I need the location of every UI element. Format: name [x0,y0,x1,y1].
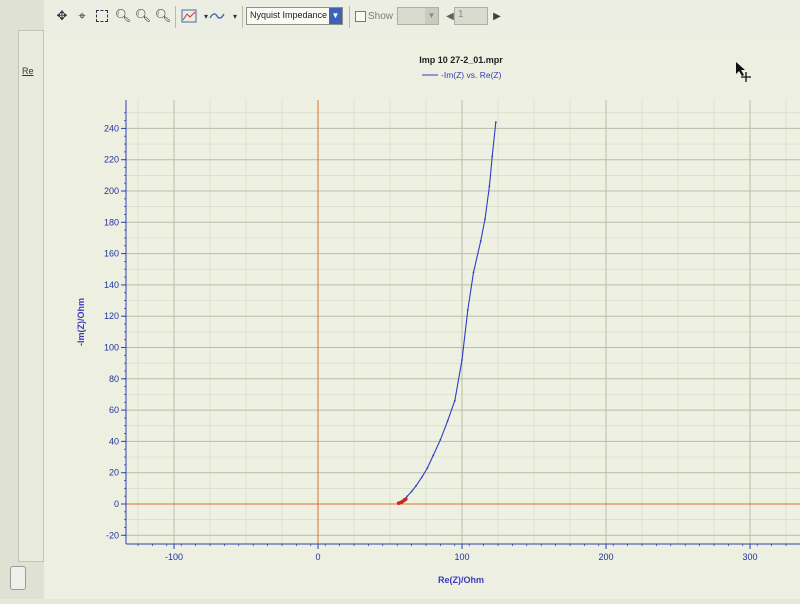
plot-area[interactable]: -20 0 20 40 60 80 100 120 140 160 180 200 220 240 -100… [44,34,800,599]
show-label: Show : [368,11,399,22]
data-point [491,155,494,158]
data-point [453,399,456,402]
chart-title: Imp 10 27-2_01.mpr [419,55,503,65]
x-tick-label: 200 [598,552,613,562]
data-point [415,485,417,487]
y-tick-label: 140 [104,280,119,290]
data-point [446,420,449,422]
y-tick-label: 60 [109,405,119,415]
plot-frame [126,100,800,544]
toolbar-separator [349,6,350,28]
x-tick-label: 100 [454,552,469,562]
next-cycle-icon[interactable]: ▶ [487,6,507,26]
side-tab-label[interactable]: Re [22,66,34,76]
data-point [472,271,475,274]
data-point [466,309,469,311]
panel-handle[interactable] [10,566,26,590]
y-tick-label: 20 [109,468,119,478]
data-point [494,121,497,124]
graph-type-select[interactable]: Nyquist Impedance ▼ [246,7,343,25]
zoom-in-icon[interactable]: 🔍︎ [113,6,133,26]
data-point [420,476,423,479]
y-tick-label: 100 [104,343,119,353]
zoom-box-icon[interactable] [92,6,112,26]
cycle-value: 1 [458,9,464,20]
data-point [406,495,409,498]
data-point [461,359,463,361]
y-tick-label: 0 [114,499,119,509]
toolbar-separator [242,6,243,28]
graph-type-value: Nyquist Impedance [250,10,328,20]
y-axis-label: -Im(Z)/Ohm [76,298,86,346]
chevron-down-icon[interactable]: ▼ [329,8,342,24]
data-point [432,454,435,457]
y-tick-label: 120 [104,311,119,321]
show-checkbox[interactable] [355,11,366,22]
data-point [410,490,413,493]
move-icon[interactable]: ✥ [52,6,72,26]
data-point [439,438,442,441]
y-tick-label: 240 [104,123,119,133]
zoom-reset-icon[interactable]: 🔍︎ [153,6,173,26]
y-tick-label: 200 [104,186,119,196]
nyquist-chart[interactable]: -20 0 20 40 60 80 100 120 140 160 180 200 220 240 -100… [44,34,800,599]
data-point [479,240,482,242]
toolbar-separator [175,6,176,28]
x-tick-label: 300 [742,552,757,562]
toolbar: ✥ ⌖ 🔍︎ 🔍︎ 🔍︎ ▾ ▾ Nyquist Impedance ▼ Sho… [44,0,800,35]
y-tick-label: 80 [109,374,119,384]
marker-point [404,497,408,501]
data-point [484,218,486,221]
data-point [426,467,429,469]
legend-entry: -Im(Z) vs. Re(Z) [441,70,502,80]
app-window: Re ✥ ⌖ 🔍︎ 🔍︎ 🔍︎ ▾ ▾ Nyquist Impedance ▼ … [0,0,800,599]
select-point-icon[interactable]: ⌖ [72,6,92,26]
y-tick-label: 180 [104,217,119,227]
y-tick-label: 40 [109,436,119,446]
y-tick-label: 220 [104,155,119,165]
left-panel: Re [0,0,45,599]
x-tick-label: -100 [165,552,183,562]
y-tick-label: -20 [106,530,119,540]
x-axis-label: Re(Z)/Ohm [438,575,484,585]
x-tick-label: 0 [315,552,320,562]
chevron-down-icon[interactable]: ▼ [425,8,438,24]
curve-fit-icon[interactable] [207,6,227,26]
show-select[interactable]: ▼ [397,7,439,25]
zoom-out-icon[interactable]: 🔍︎ [133,6,153,26]
side-tab[interactable] [18,30,44,562]
data-point [488,185,491,188]
y-tick-label: 160 [104,249,119,259]
cycle-input[interactable]: 1 [454,7,488,25]
cursor-move-icon [736,62,751,82]
